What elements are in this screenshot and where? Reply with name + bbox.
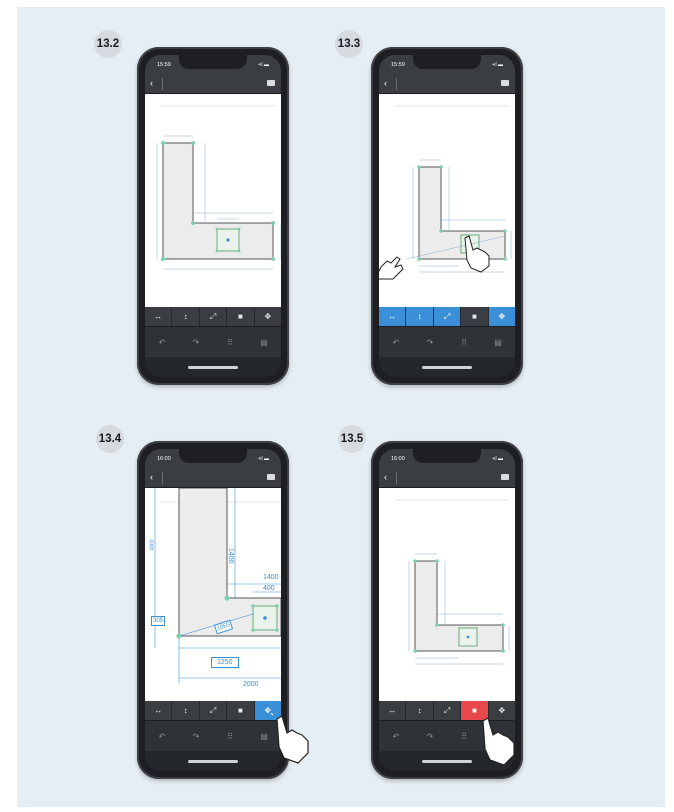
phone-13-2: 15:59 •ıl ▬ ‹ ↔ ↕ ⤢ ■ ✥ ↶ ↷ ⠿ ▤ [137, 47, 289, 385]
horizontal-arrows-icon[interactable]: ↔ [145, 701, 173, 720]
move-icon[interactable]: ✥ [488, 307, 515, 326]
signal-battery-icon: •ıl ▬ [492, 62, 503, 68]
horizontal-arrows-icon[interactable]: ↔ [145, 307, 173, 326]
undo-icon[interactable]: ↶ [379, 327, 413, 357]
dimension-label: 2000 [243, 681, 259, 688]
document-icon[interactable]: ▤ [247, 327, 281, 357]
phone-screen: 15:59 •ıl ▬ ‹ ↔ ↕ ⤢ ■ ✥ ↶ ↷ ⠿ ▤ [379, 55, 515, 377]
signal-battery-icon: •ıl ▬ [258, 62, 269, 68]
grid-icon[interactable]: ⠿ [213, 721, 247, 751]
horizontal-arrows-icon[interactable]: ↔ [379, 307, 407, 326]
drawing-canvas[interactable] [379, 94, 515, 307]
diagonal-arrows-icon[interactable]: ⤢ [200, 701, 228, 720]
home-indicator [422, 366, 472, 369]
history-toolbar: ↶ ↷ ⠿ ▤ [145, 720, 281, 751]
edit-toolbar: ↔ ↕ ⤢ ■ ✥ [145, 701, 281, 720]
horizontal-arrows-icon[interactable]: ↔ [379, 701, 407, 720]
step-label-13-4: 13.4 [96, 425, 124, 453]
edit-toolbar: ↔ ↕ ⤢ ■ ✥ [379, 307, 515, 326]
dimension-label: 400 [263, 585, 275, 592]
nav-bar: ‹ [145, 75, 281, 94]
signal-battery-icon: •ıl ▬ [492, 456, 503, 462]
dimension-label: 4000 [149, 539, 156, 551]
edit-toolbar: ↔ ↕ ⤢ ■ ✥ [145, 307, 281, 326]
phone-13-5: 16:00 •ıl ▬ ‹ ↔ ↕ ⤢ ■ ✥ ↶ ↷ ⠿ ▤ [371, 441, 523, 779]
back-icon[interactable]: ‹ [150, 78, 153, 88]
diagonal-arrows-icon[interactable]: ⤢ [434, 701, 462, 720]
phone-screen: 1400 1400 400 305 1065 1250 2000 4000 16… [145, 449, 281, 771]
dimension-input[interactable]: 305 [151, 616, 166, 626]
clock: 16:00 [157, 456, 171, 462]
phone-13-4: 1400 1400 400 305 1065 1250 2000 4000 16… [137, 441, 309, 779]
camera-icon[interactable] [267, 80, 275, 86]
drawing-canvas[interactable] [145, 94, 281, 307]
drawing-canvas[interactable]: 1400 1400 400 305 1065 1250 2000 4000 [145, 488, 281, 701]
clock: 15:59 [391, 62, 405, 68]
redo-icon[interactable]: ↷ [413, 327, 447, 357]
step-label-13-5: 13.5 [338, 425, 366, 453]
trash-icon[interactable]: ■ [461, 307, 489, 326]
instruction-panel [17, 7, 665, 807]
hand-pointer-icon [270, 713, 309, 764]
clock: 16:00 [391, 456, 405, 462]
redo-icon[interactable]: ↷ [413, 721, 447, 751]
dimension-input[interactable]: 1250 [211, 657, 239, 668]
step-label-13-2: 13.2 [94, 30, 122, 58]
vertical-arrow-icon[interactable]: ↕ [406, 307, 434, 326]
dimension-label: 1400 [263, 574, 279, 581]
nav-bar: ‹ [145, 469, 281, 488]
history-toolbar: ↶ ↷ ⠿ ▤ [145, 326, 281, 357]
back-icon[interactable]: ‹ [384, 472, 387, 482]
camera-icon[interactable] [267, 474, 275, 480]
move-icon[interactable]: ✥ [255, 307, 281, 326]
hand-pointer-icon [462, 234, 490, 273]
document-icon[interactable]: ▤ [481, 327, 515, 357]
phone-screen: 15:59 •ıl ▬ ‹ ↔ ↕ ⤢ ■ ✥ ↶ ↷ ⠿ ▤ [145, 55, 281, 377]
grid-icon[interactable]: ⠿ [447, 327, 481, 357]
home-indicator [422, 760, 472, 763]
camera-icon[interactable] [501, 474, 509, 480]
vertical-arrow-icon[interactable]: ↕ [172, 701, 200, 720]
undo-icon[interactable]: ↶ [145, 327, 179, 357]
phone-13-3: 15:59 •ıl ▬ ‹ ↔ ↕ ⤢ ■ ✥ ↶ ↷ ⠿ ▤ [371, 47, 523, 385]
diagonal-arrows-icon[interactable]: ⤢ [200, 307, 228, 326]
grid-icon[interactable]: ⠿ [213, 327, 247, 357]
diagonal-arrows-icon[interactable]: ⤢ [433, 307, 462, 326]
back-icon[interactable]: ‹ [384, 78, 387, 88]
camera-icon[interactable] [501, 80, 509, 86]
history-toolbar: ↶ ↷ ⠿ ▤ [379, 326, 515, 357]
vertical-arrow-icon[interactable]: ↕ [406, 701, 434, 720]
home-indicator [188, 366, 238, 369]
step-label-13-3: 13.3 [335, 30, 363, 58]
redo-icon[interactable]: ↷ [179, 721, 213, 751]
undo-icon[interactable]: ↶ [379, 721, 413, 751]
nav-bar: ‹ [379, 469, 515, 488]
nav-bar: ‹ [379, 75, 515, 94]
home-indicator [188, 760, 238, 763]
trash-icon[interactable]: ■ [227, 307, 255, 326]
hand-pointer-icon [379, 256, 404, 280]
signal-battery-icon: •ıl ▬ [258, 456, 269, 462]
undo-icon[interactable]: ↶ [145, 721, 179, 751]
drawing-canvas[interactable] [379, 488, 515, 701]
hand-pointer-icon [482, 717, 515, 766]
clock: 15:59 [157, 62, 171, 68]
trash-icon[interactable]: ■ [227, 701, 255, 720]
dimension-label: 1400 [227, 548, 234, 564]
vertical-arrow-icon[interactable]: ↕ [172, 307, 200, 326]
redo-icon[interactable]: ↷ [179, 327, 213, 357]
back-icon[interactable]: ‹ [150, 472, 153, 482]
